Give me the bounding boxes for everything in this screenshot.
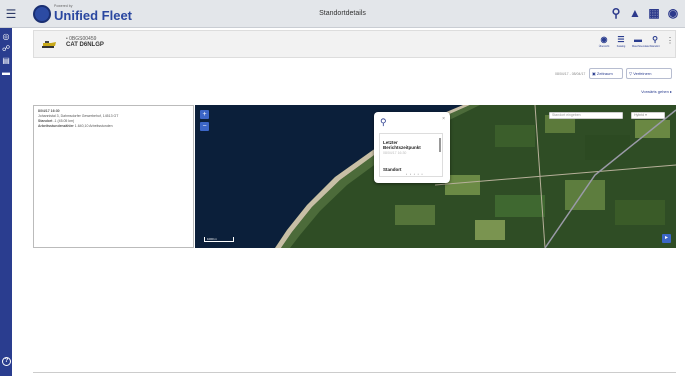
status-value: -1 (45.05 km) [53,119,75,123]
list-icon: ☰ [617,35,625,44]
next-label: Vorwärts gehen [641,89,669,94]
document-icon[interactable]: ▤ [1,56,11,66]
popup-list: Letzter Berichtszeitpunkt 08/04/17 16:30… [379,133,443,177]
team-icon[interactable]: ☍ [1,44,11,54]
next-link[interactable]: Vorwärts gehen ▸ [641,89,672,94]
popup-scrollbar[interactable] [439,138,441,152]
popup-pagination-icon[interactable]: • • • • • [406,172,424,176]
grid-icon[interactable]: ▦ [647,6,661,20]
asset-name: CAT D6NLGP [66,42,104,48]
overview-button[interactable]: ◉ Übersicht [598,35,610,48]
top-bar: ☰ Powered by Unified Fleet Standortdetai… [0,0,685,28]
card-icon[interactable]: ▬ [1,68,11,78]
hours-label: Arbeitsstundenzähler [38,124,74,128]
zeitraum-label: Zeitraum [596,71,613,76]
verfeinern-button[interactable]: ▽ Verfeinern [626,68,672,79]
location-label: Standort [650,45,660,48]
verfeinern-label: Verfeinern [633,71,652,76]
footer-divider [33,372,676,373]
more-options-icon[interactable]: ⋮ [666,35,674,48]
catalog-label: Katalog [616,45,626,48]
map-popup: ⚲ × Letzter Berichtszeitpunkt 08/04/17 1… [374,112,450,183]
excavator-icon [42,41,56,48]
machine-data-button[interactable]: ▬ Maschinendaten [632,35,651,48]
account-icon[interactable]: ◉ [666,6,680,20]
location-pin-icon: ⚲ [380,117,387,127]
zoom-in-button[interactable]: + [200,110,209,119]
map-type-select[interactable]: Hybrid ▾ [631,112,665,119]
map-type-value: Hybrid [634,113,645,117]
page-title: Standortdetails [319,10,366,17]
zoom-out-button[interactable]: − [200,122,209,131]
help-icon[interactable]: ? [2,357,11,366]
popup-title-line2: Berichtszeitpunkt [383,145,421,150]
popup-subtext: 08/04/17 16:30 [383,151,407,155]
location-button[interactable]: ⚲ Standort [649,35,661,48]
fullscreen-button[interactable]: ▸ [662,234,671,243]
map-scale: 1000 m [204,237,234,242]
catalog-button[interactable]: ☰ Katalog [615,35,627,48]
location-icon[interactable]: ◎ [1,32,11,42]
asset-header: • 0BGS00459 CAT D6NLGP ◉ Übersicht ☰ Kat… [33,30,676,58]
top-icons: ⚲ ▲ ▦ ◉ [609,6,680,20]
overview-icon: ◉ [600,35,608,44]
location-pin-icon: ⚲ [652,35,658,44]
close-icon[interactable]: × [442,116,445,122]
info-hours: Arbeitsstundenzähler 1.640,10 Arbeitsstu… [38,124,113,129]
location-info-panel: 8/04/17 16:30 Johannistal 3, Dahmsdorfer… [33,105,194,248]
machine-data-icon: ▬ [634,35,642,44]
map-search-input[interactable]: Standort eingeben [549,112,623,119]
search-icon[interactable]: ⚲ [609,6,623,20]
status-label: Standort [38,119,53,123]
date-range: 08/04/17 - 08/04/17 [555,72,586,76]
sidebar: ◎ ☍ ▤ ▬ ? [0,28,12,376]
map-view[interactable]: + − 1000 m ▸ Standort eingeben Hybrid ▾ … [195,105,676,248]
hours-value: 1.640,10 Arbeitsstunden [74,124,113,128]
popup-title-line3: Standort [383,167,402,172]
zeitraum-button[interactable]: ▣ Zeitraum [589,68,623,79]
alert-icon[interactable]: ▲ [628,6,642,20]
machine-data-label: Maschinendaten [632,45,651,48]
overview-label: Übersicht [598,45,610,48]
asset-actions: ◉ Übersicht ☰ Katalog ▬ Maschinendaten ⚲… [598,35,674,48]
